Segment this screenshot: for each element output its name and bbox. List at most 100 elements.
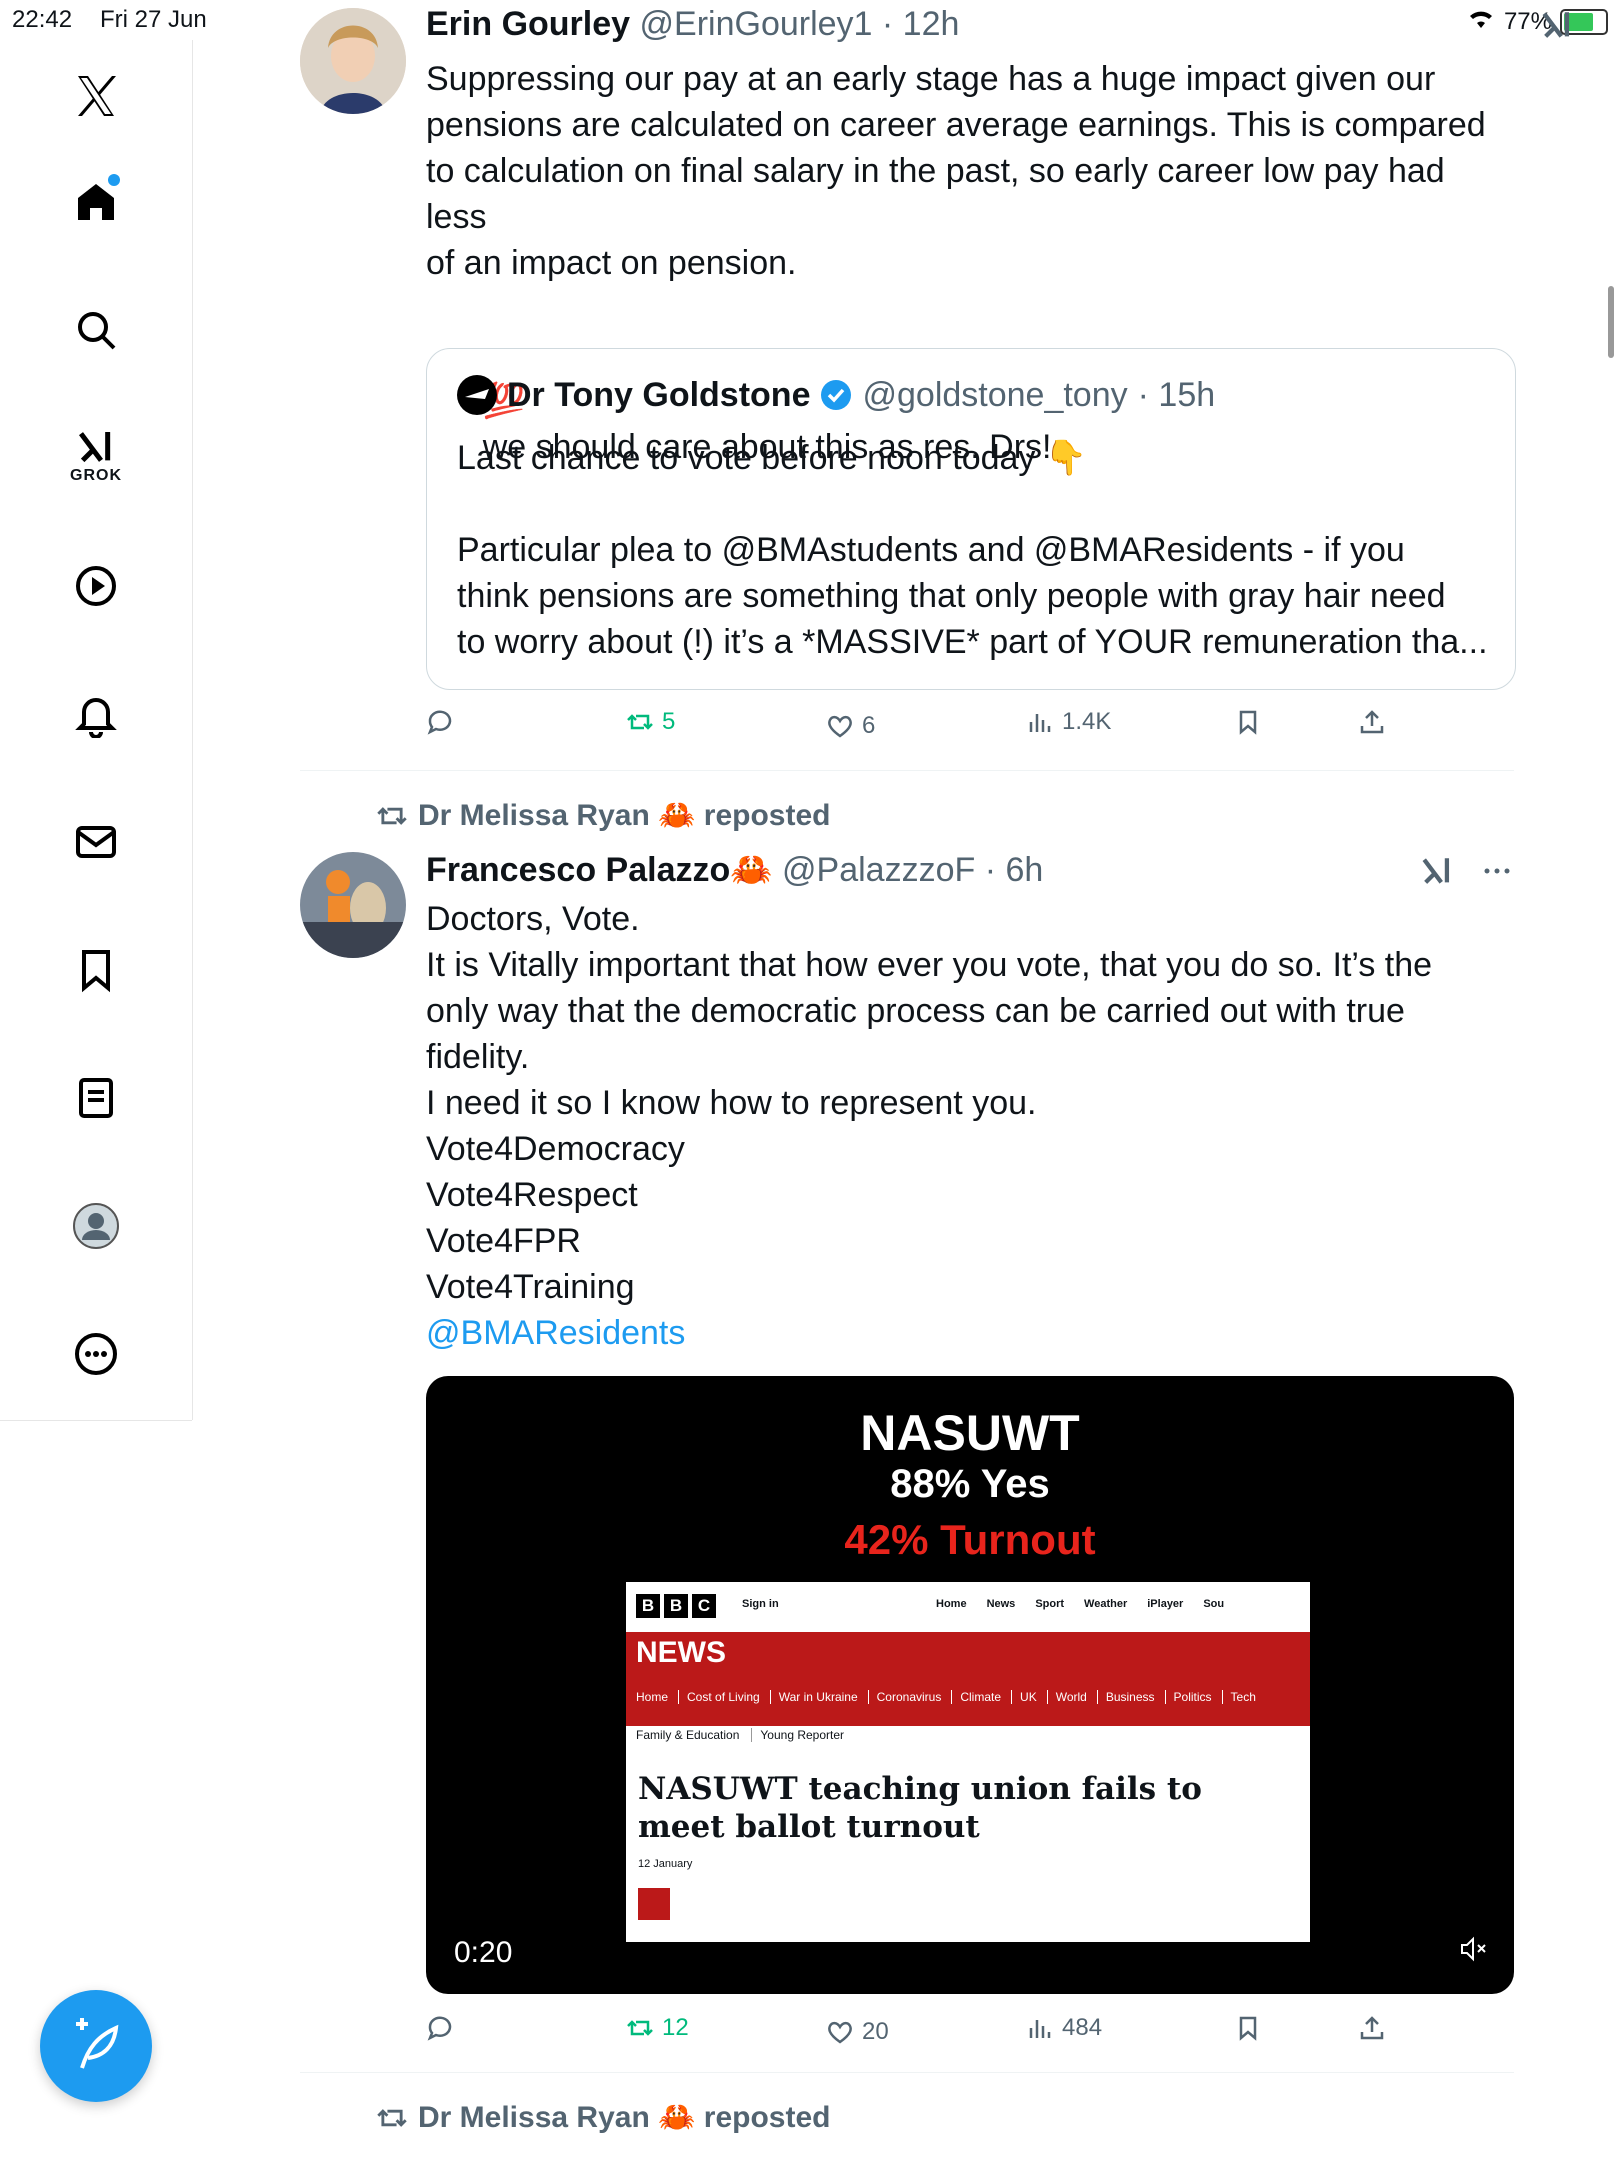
avatar[interactable] bbox=[300, 8, 406, 114]
sidebar-divider bbox=[0, 1420, 192, 1421]
video-player[interactable]: NASUWT 88% Yes 42% Turnout B B C Sign in… bbox=[426, 1376, 1514, 1994]
mention-link[interactable]: @BMAResidents bbox=[426, 1310, 1514, 1356]
bbc-nav-item: Cost of Living bbox=[678, 1690, 760, 1704]
status-date: Fri 27 Jun bbox=[100, 6, 207, 33]
notification-dot bbox=[108, 174, 120, 186]
grok-icon[interactable] bbox=[1540, 8, 1574, 42]
views-button[interactable]: 1.4K bbox=[1026, 708, 1111, 736]
tweet-age: · 6h bbox=[984, 851, 1044, 889]
tweet-line: Doctors, Vote. bbox=[426, 900, 640, 938]
retweet-icon bbox=[627, 2020, 653, 2036]
scrollbar[interactable] bbox=[1608, 286, 1614, 358]
bookmark-button[interactable] bbox=[1234, 2014, 1262, 2042]
heart-icon bbox=[828, 715, 852, 738]
video-title: NASUWT bbox=[860, 1405, 1080, 1461]
bbc-nav-item: Sport bbox=[1035, 1598, 1065, 1610]
bbc-nav-item: Climate bbox=[951, 1690, 1001, 1704]
tweet-actions: 5 6 1.4K bbox=[426, 708, 1514, 758]
quote-avatar[interactable] bbox=[457, 375, 497, 415]
bookmark-icon bbox=[1239, 2016, 1257, 2041]
share-icon bbox=[1360, 710, 1384, 734]
more-options-icon[interactable] bbox=[60, 1318, 132, 1390]
reposted-by: Dr Melissa Ryan 🦀 reposted bbox=[418, 2101, 831, 2134]
repost-indicator[interactable]: Dr Melissa Ryan 🦀 reposted bbox=[376, 2100, 831, 2135]
grok-icon[interactable] bbox=[1420, 854, 1454, 888]
bbc-nav-item: UK bbox=[1011, 1690, 1037, 1704]
reposted-by: Dr Melissa Ryan 🦀 reposted bbox=[418, 799, 831, 832]
quote-author-handle[interactable]: @goldstone_tony bbox=[862, 376, 1127, 415]
reply-button[interactable] bbox=[426, 2014, 454, 2042]
tweet-line: only way that the democratic process can… bbox=[426, 992, 1405, 1030]
reply-button[interactable] bbox=[426, 708, 454, 736]
bbc-nav-item: Sou bbox=[1203, 1598, 1225, 1610]
share-button[interactable] bbox=[1358, 2014, 1386, 2042]
reply-icon bbox=[427, 710, 452, 735]
compose-post-button[interactable] bbox=[40, 1990, 152, 2102]
grok-icon[interactable]: GROK bbox=[60, 420, 132, 492]
video-duration: 0:20 bbox=[454, 1936, 513, 1969]
retweet-button[interactable]: 12 bbox=[626, 2014, 689, 2042]
retweet-button[interactable]: 5 bbox=[626, 708, 675, 736]
author-name[interactable]: Erin Gourley bbox=[426, 5, 630, 43]
share-icon bbox=[1360, 2016, 1384, 2040]
bbc-sign-in: Sign in bbox=[742, 1598, 779, 1610]
like-button[interactable]: 6 bbox=[826, 712, 875, 740]
views-count: 484 bbox=[1062, 2014, 1103, 2041]
retweet-count: 12 bbox=[662, 2014, 689, 2041]
retweet-icon bbox=[377, 806, 407, 825]
mute-icon[interactable] bbox=[1458, 1934, 1488, 1964]
author-handle[interactable]: @ErinGourley1 bbox=[640, 5, 873, 43]
tweet-top-right bbox=[1420, 854, 1514, 888]
video-yes: 88% Yes bbox=[890, 1462, 1050, 1506]
avatar[interactable] bbox=[300, 852, 406, 958]
quoted-tweet[interactable]: Dr Tony Goldstone @goldstone_tony · 15h … bbox=[426, 348, 1516, 690]
tweet-top-right bbox=[1540, 8, 1574, 42]
x-logo-icon[interactable] bbox=[60, 60, 132, 132]
like-button[interactable]: 20 bbox=[826, 2018, 889, 2046]
tweet-actions: 12 20 484 bbox=[426, 2014, 1514, 2064]
notifications-bell-icon[interactable] bbox=[60, 678, 132, 750]
repost-indicator[interactable]: Dr Melissa Ryan 🦀 reposted bbox=[376, 798, 831, 833]
tweet-line: fidelity. bbox=[426, 1038, 530, 1076]
grok-label: GROK bbox=[70, 467, 122, 484]
bbc-nav-item: Tech bbox=[1221, 1690, 1256, 1704]
bbc-nav-item: Young Reporter bbox=[751, 1728, 844, 1742]
bookmark-icon bbox=[1239, 710, 1257, 735]
bookmarks-icon[interactable] bbox=[60, 934, 132, 1006]
author-handle[interactable]: @PalazzzoF bbox=[782, 851, 975, 889]
bbc-subnav: Home Cost of Living War in Ukraine Coronavi… bbox=[636, 1690, 1256, 1704]
bbc-nav-item: Business bbox=[1096, 1690, 1155, 1704]
tweet-line: It is Vitally important that how ever yo… bbox=[426, 946, 1433, 984]
tweet-line: Vote4Respect bbox=[426, 1176, 638, 1214]
views-chart-icon bbox=[1029, 714, 1051, 732]
compose-feather-icon bbox=[76, 2018, 119, 2069]
retweet-count: 5 bbox=[662, 708, 676, 735]
bbc-nav-item: Coronavirus bbox=[867, 1690, 941, 1704]
share-button[interactable] bbox=[1358, 708, 1386, 736]
profile-avatar-icon[interactable] bbox=[60, 1190, 132, 1262]
views-count: 1.4K bbox=[1062, 708, 1112, 735]
retweet-icon bbox=[627, 714, 653, 730]
messages-icon[interactable] bbox=[60, 806, 132, 878]
tweet-text: Doctors, Vote. It is Vitally important th… bbox=[426, 896, 1514, 1310]
heart-icon bbox=[828, 2021, 852, 2044]
search-icon[interactable] bbox=[60, 294, 132, 366]
video-icon[interactable] bbox=[60, 550, 132, 622]
bbc-nav-item: News bbox=[986, 1598, 1016, 1610]
more-options-icon[interactable] bbox=[1480, 854, 1514, 888]
author-name[interactable]: Francesco Palazzo🦀 bbox=[426, 851, 773, 889]
bbc-share-icon bbox=[638, 1888, 670, 1920]
sidebar-nav: GROK bbox=[0, 40, 193, 1420]
views-button[interactable]: 484 bbox=[1026, 2014, 1102, 2042]
bbc-nav-item: Family & Education bbox=[636, 1728, 740, 1742]
quote-author-name[interactable]: Dr Tony Goldstone bbox=[507, 376, 810, 415]
home-icon[interactable] bbox=[60, 166, 132, 238]
tweet-divider bbox=[300, 770, 1514, 771]
quote-text-1: Last chance to vote before noon today 👇 bbox=[457, 439, 1088, 477]
lists-icon[interactable] bbox=[60, 1062, 132, 1134]
tweet-divider bbox=[300, 2072, 1514, 2073]
views-chart-icon bbox=[1029, 2020, 1051, 2038]
bbc-nav-item: iPlayer bbox=[1147, 1598, 1184, 1610]
tweet-line: Vote4Training bbox=[426, 1268, 635, 1306]
bookmark-button[interactable] bbox=[1234, 708, 1262, 736]
